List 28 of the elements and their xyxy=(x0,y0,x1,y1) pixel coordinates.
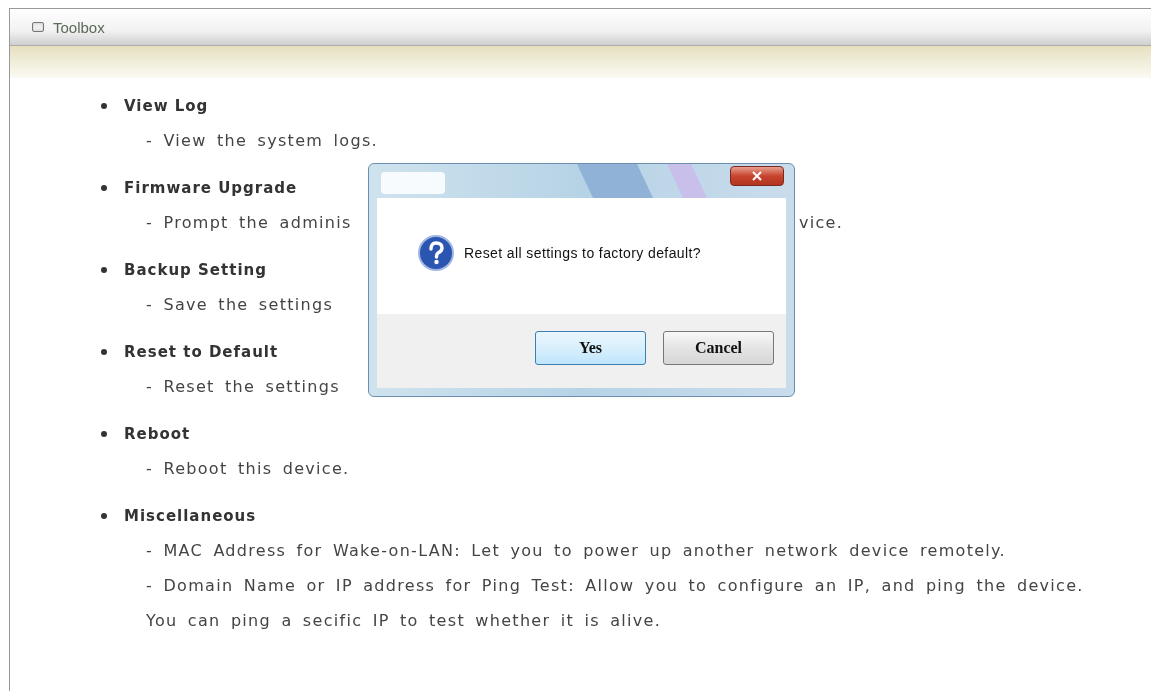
item-title: View Log xyxy=(124,97,209,115)
item-title: Reset to Default xyxy=(124,343,279,361)
item-description: - View the system logs. xyxy=(146,130,378,150)
bullet-icon xyxy=(101,349,107,355)
bullet-icon xyxy=(101,185,107,191)
question-icon xyxy=(418,235,454,271)
item-description: - Domain Name or IP address for Ping Test: Allow you to configure an IP, and ping the device. You can ping a secific IP to test whether it is alive. xyxy=(146,575,1085,632)
item-title: Miscellaneous xyxy=(124,507,257,525)
bullet-icon xyxy=(101,431,107,437)
item-title: Reboot xyxy=(124,425,191,443)
close-button[interactable] xyxy=(730,166,784,186)
item-description: - Reset the settings xyxy=(146,376,340,396)
item-title: Firmware Upgrade xyxy=(124,179,298,197)
dialog-button[interactable]: Cancel xyxy=(663,331,774,365)
item-title: Backup Setting xyxy=(124,261,267,279)
window-icon xyxy=(32,22,44,32)
panel-title: Toolbox xyxy=(53,18,105,36)
item-description: - Prompt the adminis xyxy=(146,212,353,232)
item-description: - Save the settings xyxy=(146,294,334,314)
dialog-button[interactable]: Yes xyxy=(535,331,646,365)
dialog-message: Reset all settings to factory default? xyxy=(464,245,701,261)
item-description: - MAC Address for Wake-on-LAN: Let you to power up another network device remotely. xyxy=(146,540,1006,562)
bullet-icon xyxy=(101,267,107,273)
bullet-icon xyxy=(101,513,107,519)
bullet-icon xyxy=(101,103,107,109)
item-description: - Reboot this device. xyxy=(146,458,350,478)
close-icon xyxy=(751,171,763,181)
item-description: vice. xyxy=(799,212,844,232)
